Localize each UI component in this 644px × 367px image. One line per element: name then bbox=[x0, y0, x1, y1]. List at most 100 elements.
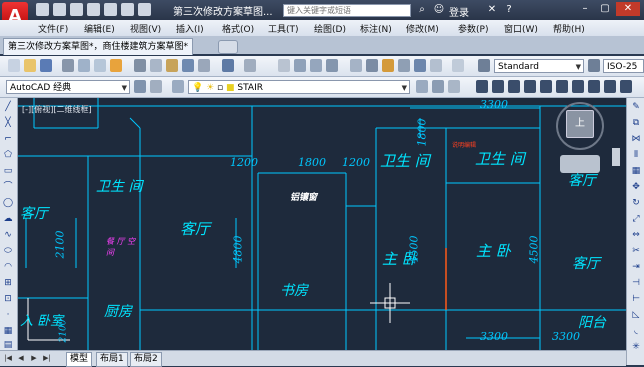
ellipse-arc-icon[interactable]: ◠ bbox=[2, 262, 14, 273]
last-tab-icon[interactable]: ▶| bbox=[41, 353, 53, 364]
new-tab-button[interactable] bbox=[218, 40, 238, 54]
scale-icon[interactable]: ⤢ bbox=[630, 214, 642, 225]
markup-icon[interactable] bbox=[414, 59, 426, 72]
revision-cloud-icon[interactable]: ☁ bbox=[2, 214, 14, 225]
polyline-icon[interactable]: ⌐ bbox=[2, 134, 14, 145]
arc-icon[interactable] bbox=[508, 80, 520, 93]
cut-icon[interactable] bbox=[134, 59, 146, 72]
hatch-icon[interactable] bbox=[572, 80, 584, 93]
search-icon[interactable]: ⌕ bbox=[415, 3, 429, 17]
copy-icon[interactable] bbox=[150, 59, 162, 72]
search-input[interactable] bbox=[283, 4, 411, 17]
close-icon[interactable]: ✕ bbox=[616, 2, 640, 16]
publish-icon[interactable] bbox=[94, 59, 106, 72]
exchange-icon[interactable]: ✕ bbox=[485, 3, 499, 17]
save-as-icon[interactable] bbox=[87, 3, 100, 16]
maximize-icon[interactable]: ▢ bbox=[596, 2, 614, 16]
user-icon[interactable]: ☺ bbox=[432, 3, 446, 17]
layer-state-icon[interactable] bbox=[448, 80, 460, 93]
extend-icon[interactable]: ⇥ bbox=[630, 262, 642, 273]
circle-icon[interactable] bbox=[524, 80, 536, 93]
print-icon[interactable] bbox=[62, 59, 74, 72]
menu-parameters[interactable]: 参数(P) bbox=[458, 22, 488, 35]
customize-icon[interactable] bbox=[150, 80, 162, 93]
mtext-icon[interactable] bbox=[620, 80, 632, 93]
explode-icon[interactable]: ✳ bbox=[630, 342, 642, 353]
new-file-icon[interactable] bbox=[36, 3, 49, 16]
zoom-previous-icon[interactable] bbox=[326, 59, 338, 72]
line-icon[interactable] bbox=[476, 80, 488, 93]
next-tab-icon[interactable]: ▶ bbox=[28, 353, 40, 364]
circle-icon[interactable]: ◯ bbox=[2, 198, 14, 209]
undo-icon[interactable] bbox=[121, 3, 134, 16]
open-icon[interactable] bbox=[24, 59, 36, 72]
polyline-icon[interactable] bbox=[492, 80, 504, 93]
tool-palettes-icon[interactable] bbox=[382, 59, 394, 72]
construction-line-icon[interactable]: ╳ bbox=[2, 118, 14, 129]
arc-icon[interactable]: ⌒ bbox=[2, 182, 14, 193]
text-style-icon[interactable] bbox=[478, 59, 490, 72]
block-editor-icon[interactable] bbox=[198, 59, 210, 72]
menu-view[interactable]: 视图(V) bbox=[130, 22, 161, 35]
workspace-select[interactable]: AutoCAD 经典 ▼ bbox=[6, 80, 130, 94]
spline-icon[interactable]: ∿ bbox=[2, 230, 14, 241]
zoom-realtime-icon[interactable] bbox=[294, 59, 306, 72]
new-icon[interactable] bbox=[8, 59, 20, 72]
minimize-icon[interactable]: – bbox=[576, 2, 594, 16]
help-icon[interactable] bbox=[452, 59, 464, 72]
menu-help[interactable]: 帮助(H) bbox=[553, 22, 585, 35]
save-icon[interactable] bbox=[40, 59, 52, 72]
menu-tools[interactable]: 工具(T) bbox=[268, 22, 299, 35]
text-style-select[interactable]: Standard ▼ bbox=[494, 59, 584, 73]
ellipse-icon[interactable] bbox=[556, 80, 568, 93]
save-icon[interactable] bbox=[70, 3, 83, 16]
drawing-canvas[interactable]: 卫生 间 客厅 客厅 卫生 间 卫生 间 客厅 主 卧 主 卧 客厅 书房 厨房… bbox=[0, 98, 626, 350]
help-icon[interactable]: ? bbox=[502, 3, 516, 17]
menu-edit[interactable]: 编辑(E) bbox=[84, 22, 115, 35]
line-icon[interactable]: ╱ bbox=[2, 102, 14, 113]
make-current-icon[interactable] bbox=[416, 80, 428, 93]
menu-format[interactable]: 格式(O) bbox=[222, 22, 254, 35]
dim-style-icon[interactable] bbox=[588, 59, 600, 72]
offset-icon[interactable]: ⫴ bbox=[630, 150, 642, 161]
spline-icon[interactable] bbox=[540, 80, 552, 93]
erase-icon[interactable]: ✎ bbox=[630, 102, 642, 113]
layer-select[interactable]: 💡 ☀ ▫ ■ STAIR ▼ bbox=[188, 80, 410, 94]
rotate-icon[interactable]: ↻ bbox=[630, 198, 642, 209]
chamfer-icon[interactable]: ◺ bbox=[630, 310, 642, 321]
point-icon[interactable]: · bbox=[2, 310, 14, 321]
menu-file[interactable]: 文件(F) bbox=[38, 22, 68, 35]
properties-icon[interactable] bbox=[350, 59, 362, 72]
polygon-icon[interactable]: ⬠ bbox=[2, 150, 14, 161]
dim-style-select[interactable]: ISO-25 bbox=[603, 59, 644, 73]
document-tab[interactable]: 第三次修改方案草图*，商住楼建筑方案草图* bbox=[3, 38, 194, 55]
workspace-settings-icon[interactable] bbox=[134, 80, 146, 93]
join-icon[interactable]: ⊢ bbox=[630, 294, 642, 305]
menu-modify[interactable]: 修改(M) bbox=[406, 22, 439, 35]
design-center-icon[interactable] bbox=[366, 59, 378, 72]
vertical-scrollbar[interactable] bbox=[612, 148, 620, 166]
rectangle-icon[interactable]: ▭ bbox=[2, 166, 14, 177]
ellipse-icon[interactable]: ⬭ bbox=[2, 246, 14, 257]
zoom-window-icon[interactable] bbox=[310, 59, 322, 72]
viewcube[interactable]: 上 bbox=[566, 110, 594, 138]
pan-icon[interactable] bbox=[278, 59, 290, 72]
array-icon[interactable]: ▦ bbox=[630, 166, 642, 177]
redo-icon[interactable] bbox=[138, 3, 151, 16]
undo-icon[interactable] bbox=[222, 59, 234, 72]
layer-previous-icon[interactable] bbox=[432, 80, 444, 93]
insert-block-icon[interactable]: ⊞ bbox=[2, 278, 14, 289]
viewport-controls[interactable]: [-][俯视][二维线框] bbox=[22, 104, 92, 115]
previous-tab-icon[interactable]: ◀ bbox=[15, 353, 27, 364]
break-icon[interactable]: ⊣ bbox=[630, 278, 642, 289]
move-icon[interactable]: ✥ bbox=[630, 182, 642, 193]
region-icon[interactable] bbox=[588, 80, 600, 93]
print-icon[interactable] bbox=[104, 3, 117, 16]
redo-icon[interactable] bbox=[244, 59, 256, 72]
navigation-bar[interactable] bbox=[560, 155, 600, 173]
open-file-icon[interactable] bbox=[53, 3, 66, 16]
calculator-icon[interactable] bbox=[430, 59, 442, 72]
table-icon[interactable] bbox=[604, 80, 616, 93]
menu-insert[interactable]: 插入(I) bbox=[176, 22, 204, 35]
fillet-icon[interactable]: ◟ bbox=[630, 326, 642, 337]
